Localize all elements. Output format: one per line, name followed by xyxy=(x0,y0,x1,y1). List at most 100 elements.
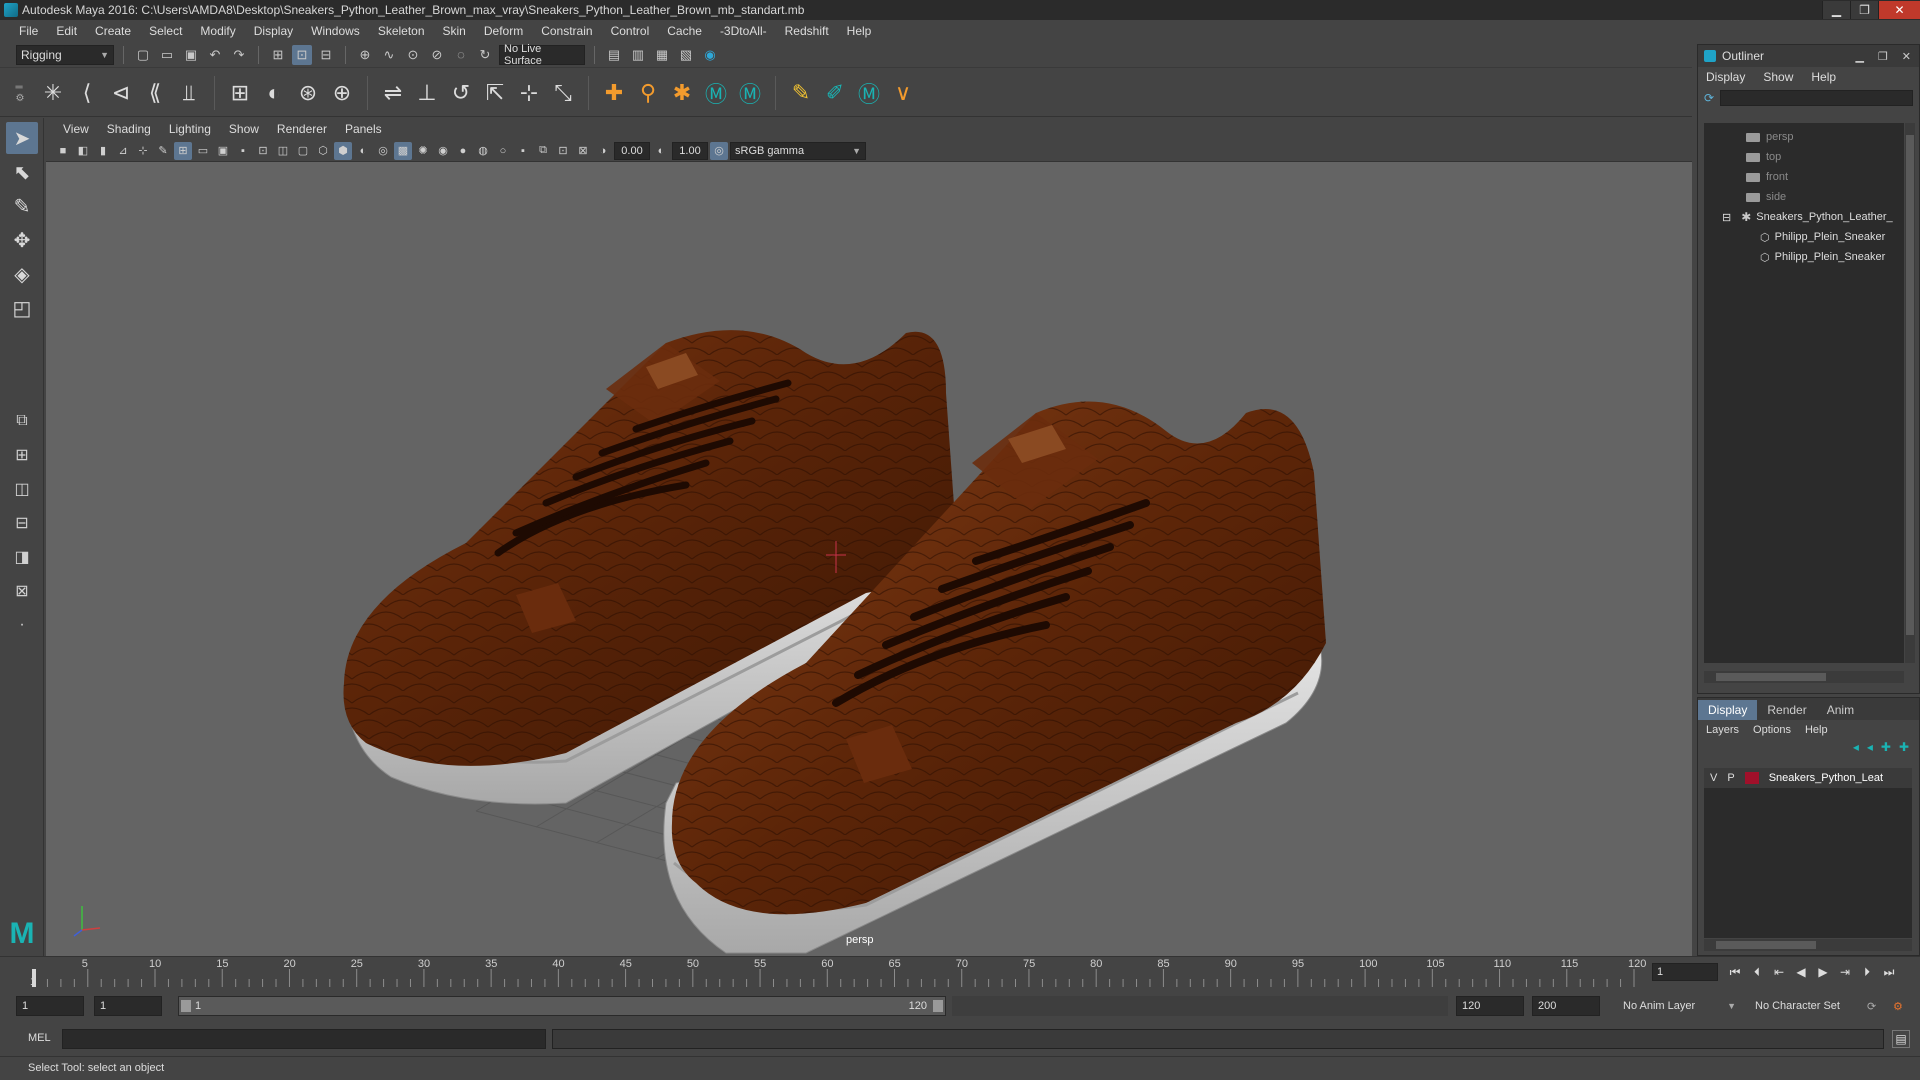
aim-constraint-icon[interactable]: ⊥ xyxy=(410,76,444,110)
cluster-icon[interactable]: ⊕ xyxy=(325,76,359,110)
menu-display[interactable]: Display xyxy=(245,24,302,38)
color-space-dropdown[interactable]: sRGB gamma ▼ xyxy=(730,141,866,160)
close-button[interactable]: ✕ xyxy=(1878,1,1920,19)
film-gate-icon[interactable]: ▭ xyxy=(194,142,212,160)
safe-action-icon[interactable]: ◫ xyxy=(274,142,292,160)
menu-set-dropdown[interactable]: Rigging ▼ xyxy=(16,44,114,65)
restore-button[interactable]: ❐ xyxy=(1850,1,1878,19)
menu-skeleton[interactable]: Skeleton xyxy=(369,24,434,38)
hik-character-icon[interactable]: Ⓜ xyxy=(733,76,767,110)
viewport-menu-show[interactable]: Show xyxy=(220,122,268,136)
lattice-icon[interactable]: ⊛ xyxy=(291,76,325,110)
pole-vector-icon[interactable]: ⤡ xyxy=(546,76,580,110)
maya-script-icon[interactable]: Ⓜ xyxy=(852,76,886,110)
outliner-item-front[interactable]: front xyxy=(1746,167,1788,187)
hypershade-icon[interactable]: ▧ xyxy=(676,45,696,65)
orient-joint-icon[interactable]: ⟪ xyxy=(138,76,172,110)
hypershade-layout-icon[interactable]: ⊠ xyxy=(6,578,38,604)
viewport-menu-lighting[interactable]: Lighting xyxy=(160,122,220,136)
layer-visibility-toggle[interactable]: V xyxy=(1710,772,1717,784)
persp-outliner-layout-icon[interactable]: ⊟ xyxy=(6,510,38,536)
outliner-horizontal-scrollbar[interactable] xyxy=(1704,671,1904,683)
gate-mask-icon[interactable]: ▪ xyxy=(234,142,252,160)
play-forwards-icon[interactable]: ▶ xyxy=(1814,963,1832,981)
tab-render[interactable]: Render xyxy=(1757,700,1816,720)
step-forward-frame-icon[interactable]: ⏵ xyxy=(1858,963,1876,981)
single-view-layout-icon[interactable]: ⧉ xyxy=(6,408,38,434)
isolate-select-icon[interactable]: ⧉ xyxy=(534,142,552,160)
outliner-item-top[interactable]: top xyxy=(1746,147,1781,167)
auto-key-icon[interactable]: ⟳ xyxy=(1862,996,1884,1016)
select-tool-icon[interactable]: ➤ xyxy=(6,122,38,154)
menu-deform[interactable]: Deform xyxy=(475,24,532,38)
outliner-menu-display[interactable]: Display xyxy=(1706,70,1745,84)
new-empty-layer-icon[interactable]: ✚ xyxy=(1881,740,1891,760)
hik-icon[interactable]: Ⓜ xyxy=(699,76,733,110)
layer-menu-help[interactable]: Help xyxy=(1805,724,1828,736)
exposure-field[interactable]: 0.00 xyxy=(614,141,650,160)
animation-prefs-icon[interactable]: ⚙ xyxy=(1888,996,1910,1016)
four-view-layout-icon[interactable]: ⊞ xyxy=(6,442,38,468)
menu-edit[interactable]: Edit xyxy=(47,24,86,38)
outliner-close-icon[interactable]: ✕ xyxy=(1902,50,1911,63)
tab-anim[interactable]: Anim xyxy=(1817,700,1864,720)
bind-skin-icon[interactable]: ⊞ xyxy=(223,76,257,110)
menu-select[interactable]: Select xyxy=(140,24,191,38)
xray-active-icon[interactable]: ⊠ xyxy=(574,142,592,160)
ik-handle-icon[interactable]: ⫫ xyxy=(172,76,206,110)
color-management-icon[interactable]: ◎ xyxy=(710,141,728,160)
outliner-item-group[interactable]: ⊟ ✱ Sneakers_Python_Leather_ xyxy=(1722,207,1904,227)
viewport-menu-shading[interactable]: Shading xyxy=(98,122,160,136)
resolution-gate-icon[interactable]: ▣ xyxy=(214,142,232,160)
outliner-search-input[interactable] xyxy=(1720,90,1913,106)
menu-cache[interactable]: Cache xyxy=(658,24,711,38)
render-settings-icon[interactable]: ▦ xyxy=(652,45,672,65)
new-layer-selected-icon[interactable]: ✚ xyxy=(1899,740,1909,760)
command-language-label[interactable]: MEL xyxy=(28,1032,51,1044)
gamma-field[interactable]: 1.00 xyxy=(672,141,708,160)
lasso-tool-icon[interactable]: ⬉ xyxy=(6,156,38,188)
render-globe-icon[interactable]: ◉ xyxy=(700,45,720,65)
new-scene-icon[interactable]: ▢ xyxy=(133,45,153,65)
bookmark-icon[interactable]: ▮ xyxy=(94,142,112,160)
outliner-menu-help[interactable]: Help xyxy=(1811,70,1836,84)
playback-end-field[interactable]: 120 xyxy=(1456,996,1524,1016)
smooth-shade-icon[interactable]: ⬢ xyxy=(334,141,352,160)
outliner-minimize-icon[interactable]: ▁ xyxy=(1855,50,1863,63)
viewport-scene[interactable] xyxy=(46,163,1692,956)
layout-more-icon[interactable]: · xyxy=(6,612,38,638)
mirror-joint-icon[interactable]: ⊲ xyxy=(104,76,138,110)
parent-constraint-icon[interactable]: ⊹ xyxy=(512,76,546,110)
select-camera-icon[interactable]: ■ xyxy=(54,142,72,160)
menu-windows[interactable]: Windows xyxy=(302,24,369,38)
playback-start-field[interactable]: 1 xyxy=(94,996,162,1016)
wireframe-icon[interactable]: ⬡ xyxy=(314,142,332,160)
time-slider-track[interactable]: 1510152025303540455055606570758085909510… xyxy=(28,957,1648,987)
grease-pencil-icon[interactable]: ✎ xyxy=(154,142,172,160)
rotate-tool-icon[interactable]: ◈ xyxy=(6,258,38,290)
motion-blur-icon[interactable]: ◍ xyxy=(474,142,492,160)
grid-icon[interactable]: ⊞ xyxy=(174,141,192,160)
anti-aliasing-icon[interactable]: ○ xyxy=(494,142,512,160)
xray-icon[interactable]: ◎ xyxy=(374,142,392,160)
use-all-lights-icon[interactable]: ✺ xyxy=(414,142,432,160)
step-back-frame-icon[interactable]: ⏴ xyxy=(1748,963,1766,981)
outliner-title-bar[interactable]: Outliner ▁ ❐ ✕ xyxy=(1698,45,1919,67)
select-component-icon[interactable]: ⊟ xyxy=(316,45,336,65)
point-constraint-icon[interactable]: ⇌ xyxy=(376,76,410,110)
gamma-icon[interactable]: ◐ xyxy=(652,142,670,160)
depth-of-field-icon[interactable]: ▪ xyxy=(514,142,532,160)
locator-icon[interactable]: ✚ xyxy=(597,76,631,110)
outliner-item-persp[interactable]: persp xyxy=(1746,127,1794,147)
camera-attributes-icon[interactable]: ◧ xyxy=(74,142,92,160)
range-bar[interactable]: 1 120 xyxy=(178,996,946,1016)
menu-help[interactable]: Help xyxy=(838,24,881,38)
persp-graph-layout-icon[interactable]: ◨ xyxy=(6,544,38,570)
menu-file[interactable]: File xyxy=(10,24,47,38)
redo-icon[interactable]: ↷ xyxy=(229,45,249,65)
select-hierarchy-icon[interactable]: ⊞ xyxy=(268,45,288,65)
paint-weights-icon[interactable]: ◐ xyxy=(257,76,291,110)
shelf-handle[interactable]: ═ ⚙ xyxy=(14,73,26,113)
layer-color-swatch[interactable] xyxy=(1744,772,1759,784)
ik-spline-icon[interactable]: ⚲ xyxy=(631,76,665,110)
